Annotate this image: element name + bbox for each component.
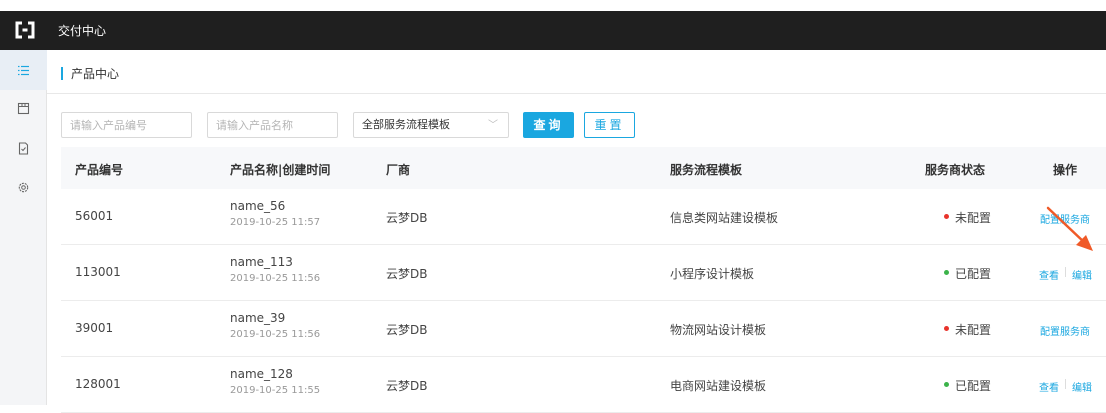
product-name: name_56 <box>230 199 286 213</box>
divider <box>47 93 1106 94</box>
sidebar-item-box[interactable] <box>0 88 47 128</box>
template-select-value: 全部服务流程模板 <box>362 118 450 131</box>
created-time: 2019-10-25 11:57 <box>230 217 321 228</box>
product-no: 113001 <box>75 265 121 279</box>
edit-link[interactable]: 编辑 <box>1072 267 1092 282</box>
vendor: 云梦DB <box>386 211 428 225</box>
view-link[interactable]: 查看 <box>1039 379 1059 394</box>
configure-provider-link[interactable]: 配置服务商 <box>1040 323 1090 338</box>
status-badge: 已配置 <box>955 379 992 393</box>
chevron-down-icon: ﹀ <box>488 120 498 131</box>
col-template: 服务流程模板 <box>670 163 743 177</box>
reset-button[interactable]: 重置 <box>584 112 635 138</box>
template-select[interactable]: 全部服务流程模板 ﹀ <box>353 112 509 138</box>
product-name: name_39 <box>230 311 286 325</box>
list-icon <box>18 65 29 75</box>
box-icon <box>17 102 30 114</box>
action-divider <box>1065 379 1066 389</box>
top-bar: 交付中心 <box>0 11 1106 50</box>
table-header: 产品编号 产品名称|创建时间 厂商 服务流程模板 服务商状态 操作 <box>61 147 1106 189</box>
status-dot <box>944 382 949 387</box>
product-name: name_128 <box>230 367 293 381</box>
query-button[interactable]: 查询 <box>523 112 574 138</box>
created-time: 2019-10-25 11:56 <box>230 273 321 284</box>
template: 电商网站建设模板 <box>670 379 767 393</box>
sidebar <box>0 50 47 405</box>
status-dot <box>944 326 949 331</box>
vendor: 云梦DB <box>386 379 428 393</box>
status-dot <box>944 270 949 275</box>
template: 信息类网站建设模板 <box>670 211 779 225</box>
sidebar-item-settings[interactable] <box>0 167 47 207</box>
col-name-time: 产品名称|创建时间 <box>230 163 331 177</box>
table-row: 113001 name_113 2019-10-25 11:56 云梦DB 小程序设计模… <box>61 245 1106 301</box>
template: 小程序设计模板 <box>670 267 755 281</box>
col-product-no: 产品编号 <box>75 163 124 177</box>
product-name-input[interactable] <box>207 112 338 138</box>
product-name: name_113 <box>230 255 293 269</box>
app-title: 交付中心 <box>58 24 107 38</box>
sidebar-item-list[interactable] <box>0 50 47 90</box>
document-icon <box>18 141 29 155</box>
sidebar-item-document[interactable] <box>0 128 47 168</box>
created-time: 2019-10-25 11:56 <box>230 329 321 340</box>
col-actions: 操作 <box>1053 163 1078 177</box>
col-status: 服务商状态 <box>925 163 986 177</box>
view-link[interactable]: 查看 <box>1039 267 1059 282</box>
status-badge: 未配置 <box>955 323 992 337</box>
breadcrumb-label: 产品中心 <box>71 66 120 81</box>
product-no: 128001 <box>75 377 121 391</box>
product-no: 39001 <box>75 321 114 335</box>
status-badge: 未配置 <box>955 211 992 225</box>
vendor: 云梦DB <box>386 323 428 337</box>
bracket-logo-icon[interactable] <box>14 21 36 39</box>
configure-provider-link[interactable]: 配置服务商 <box>1040 211 1090 226</box>
col-vendor: 厂商 <box>386 163 411 177</box>
created-time: 2019-10-25 11:55 <box>230 385 321 396</box>
action-divider <box>1065 267 1066 277</box>
breadcrumb: 产品中心 <box>61 65 119 81</box>
table-row: 56001 name_56 2019-10-25 11:57 云梦DB 信息类网站建设模… <box>61 189 1106 245</box>
main-content: 产品中心 全部服务流程模板 ﹀ 查询 重置 产品编号 产品名称|创建时间 厂商 … <box>47 50 1106 413</box>
gear-icon <box>18 182 29 192</box>
status-dot <box>944 214 949 219</box>
product-no: 56001 <box>75 209 114 223</box>
vendor: 云梦DB <box>386 267 428 281</box>
edit-link[interactable]: 编辑 <box>1072 379 1092 394</box>
template: 物流网站设计模板 <box>670 323 767 337</box>
breadcrumb-marker <box>61 66 63 80</box>
table-row: 39001 name_39 2019-10-25 11:56 云梦DB 物流网站设计模板… <box>61 301 1106 357</box>
product-no-input[interactable] <box>61 112 192 138</box>
status-badge: 已配置 <box>955 267 992 281</box>
